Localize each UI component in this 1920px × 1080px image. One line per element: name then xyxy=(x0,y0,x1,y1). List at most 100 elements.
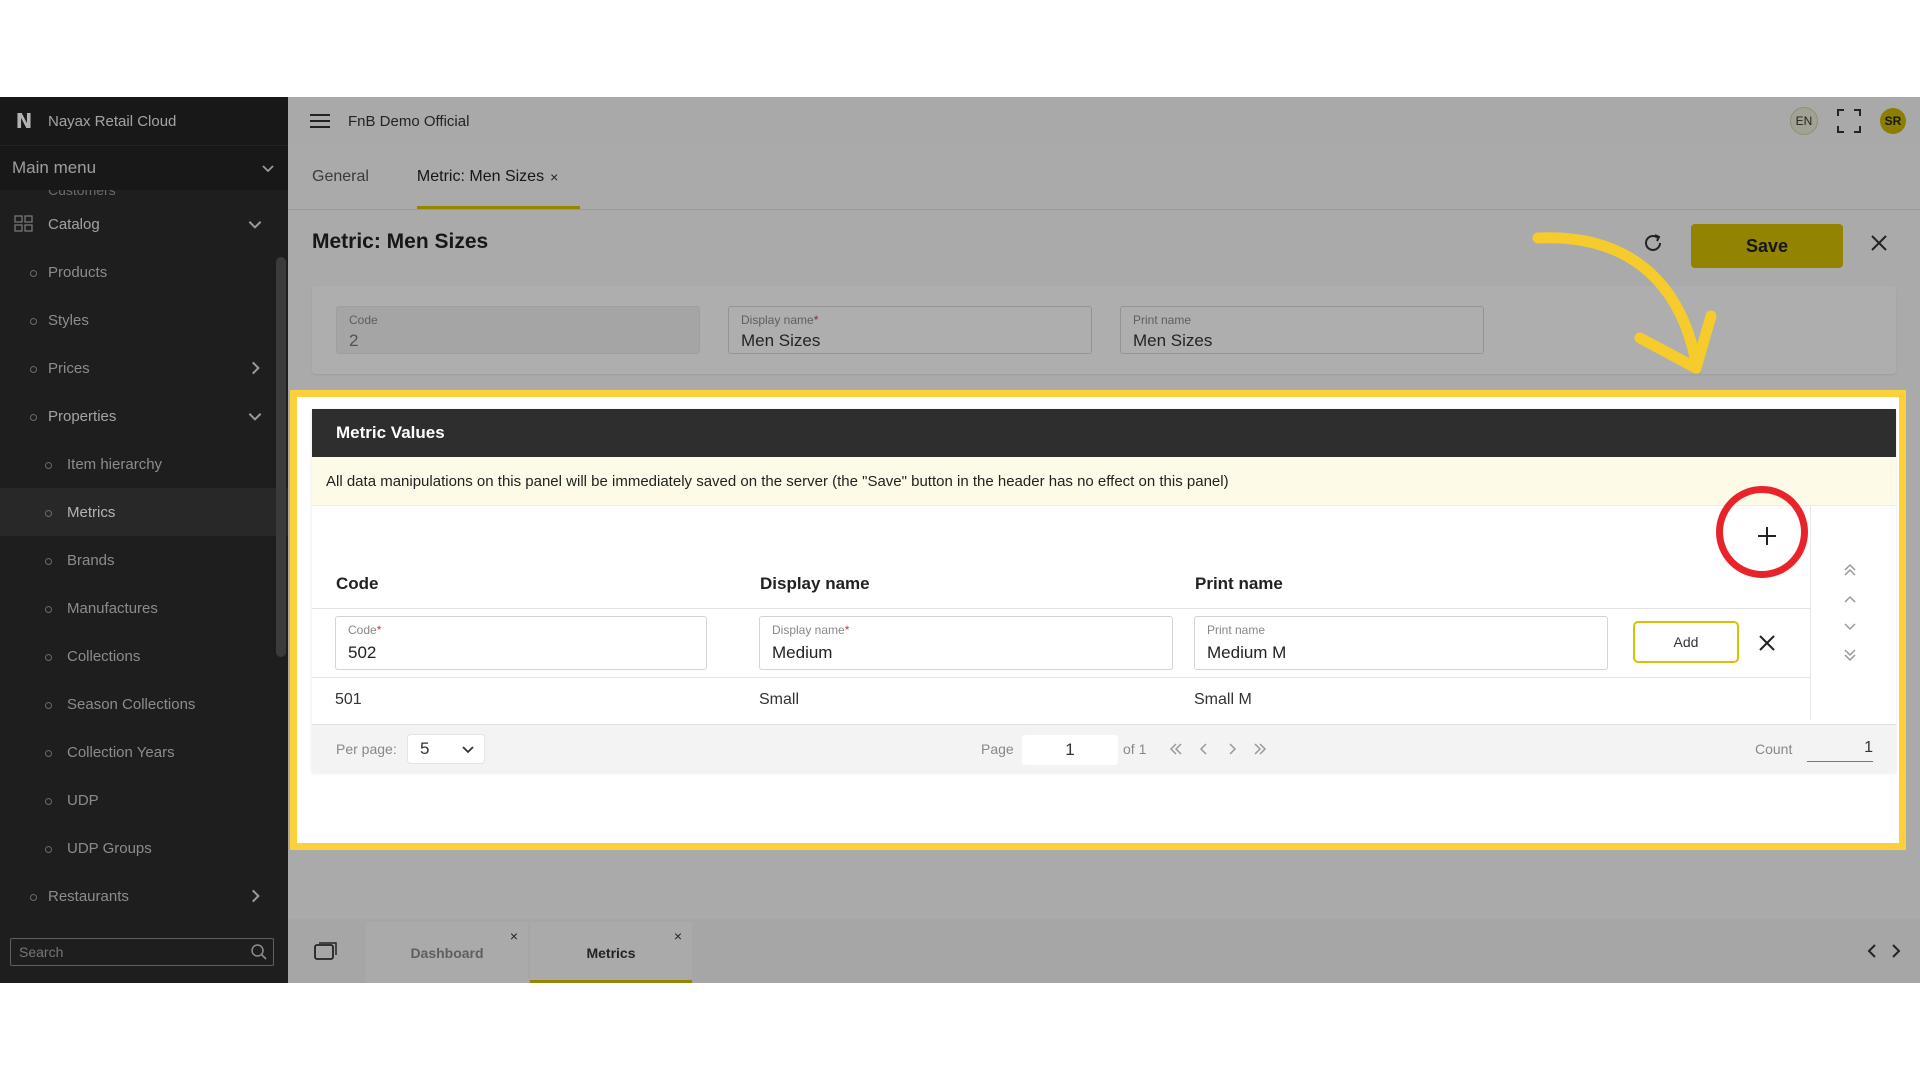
close-tab-icon[interactable]: × xyxy=(674,928,682,944)
sidebar-item-restaurants[interactable]: Restaurants xyxy=(0,872,288,920)
sidebar-item-udp[interactable]: UDP xyxy=(0,776,288,824)
brand-name: Nayax Retail Cloud xyxy=(48,112,177,130)
sidebar-item-catalog[interactable]: Catalog xyxy=(0,200,288,248)
chevron-left-icon[interactable] xyxy=(1864,943,1880,959)
form-header: Metric: Men Sizes Save xyxy=(288,210,1920,278)
chevron-down-icon xyxy=(262,165,274,173)
header-divider xyxy=(312,608,1810,609)
move-first-icon[interactable] xyxy=(1842,562,1858,578)
add-row-button[interactable]: Add xyxy=(1633,621,1739,663)
chevron-right-icon[interactable] xyxy=(1888,943,1904,959)
sidebar-item-metrics[interactable]: Metrics xyxy=(0,488,288,536)
page-total-label: of 1 xyxy=(1123,741,1147,757)
sidebar-item-collection-years[interactable]: Collection Years xyxy=(0,728,288,776)
sidebar-search xyxy=(10,938,274,966)
sidebar-item-collections[interactable]: Collections xyxy=(0,632,288,680)
first-page-icon[interactable] xyxy=(1168,740,1184,758)
code-field[interactable]: Code 2 xyxy=(336,306,700,354)
column-header-code[interactable]: Code xyxy=(336,574,379,594)
page-number-input[interactable] xyxy=(1022,735,1118,765)
brand: N Nayax Retail Cloud xyxy=(0,97,288,145)
chevron-down-icon xyxy=(248,221,262,229)
count-label: Count xyxy=(1755,741,1793,757)
chevron-down-icon xyxy=(248,413,262,421)
sidebar-item-brands[interactable]: Brands xyxy=(0,536,288,584)
close-icon[interactable] xyxy=(1868,232,1890,254)
close-tab-icon[interactable]: × xyxy=(510,928,518,944)
language-selector[interactable]: EN xyxy=(1790,107,1818,135)
main-menu-label: Main menu xyxy=(12,158,97,177)
metric-values-panel: Metric Values All data manipulations on … xyxy=(312,409,1896,773)
row-display-name: Small xyxy=(759,691,800,708)
page-label: Page xyxy=(981,741,1014,757)
panel-notice: All data manipulations on this panel wil… xyxy=(312,457,1896,506)
page-title: Metric: Men Sizes xyxy=(312,230,489,253)
new-print-name-label: Print name xyxy=(1207,623,1266,637)
column-header-display-name[interactable]: Display name xyxy=(760,574,870,594)
row-code: 501 xyxy=(335,691,362,708)
bottom-tab-metrics[interactable]: Metrics × xyxy=(530,922,692,983)
per-page-select[interactable]: 5 xyxy=(408,735,484,763)
sidebar-item-label: Catalog xyxy=(48,215,100,233)
windows-icon[interactable] xyxy=(314,941,338,961)
sidebar-item-season-collections[interactable]: Season Collections xyxy=(0,680,288,728)
print-name-label: Print name xyxy=(1133,313,1192,327)
sidebar-item-prices[interactable]: Prices xyxy=(0,344,288,392)
top-right-controls: EN SR xyxy=(1790,107,1906,135)
close-tab-icon[interactable]: × xyxy=(550,169,558,185)
refresh-icon[interactable] xyxy=(1641,231,1665,255)
sidebar-item-udp-groups[interactable]: UDP Groups xyxy=(0,824,288,872)
tab-metric-men-sizes[interactable]: Metric: Men Sizes × xyxy=(393,145,582,209)
tab-general[interactable]: General xyxy=(288,145,393,209)
new-print-name-value: Medium M xyxy=(1207,643,1287,662)
organization-name: FnB Demo Official xyxy=(348,112,470,130)
per-page-value: 5 xyxy=(420,739,430,758)
display-name-label: Display name xyxy=(741,313,814,327)
sidebar-item-customers[interactable]: Customers xyxy=(0,190,288,200)
new-display-name-value: Medium xyxy=(772,643,833,662)
code-field-label: Code xyxy=(349,313,378,327)
new-code-input[interactable]: Code* 502 xyxy=(335,616,707,670)
panel-title: Metric Values xyxy=(312,409,1896,457)
chevron-right-icon xyxy=(252,889,260,903)
add-value-button[interactable] xyxy=(1750,519,1784,553)
search-icon[interactable] xyxy=(250,943,268,961)
new-display-name-input[interactable]: Display name* Medium xyxy=(759,616,1173,670)
sidebar-item-manufactures[interactable]: Manufactures xyxy=(0,584,288,632)
sidebar-item-products[interactable]: Products xyxy=(0,248,288,296)
display-name-value: Men Sizes xyxy=(741,331,821,350)
nayax-logo-icon: N xyxy=(15,109,33,133)
move-down-icon[interactable] xyxy=(1842,619,1858,635)
fullscreen-icon[interactable] xyxy=(1836,108,1862,134)
chevron-down-icon xyxy=(462,746,474,754)
close-icon[interactable] xyxy=(1757,633,1777,653)
next-page-icon[interactable] xyxy=(1224,740,1240,758)
new-print-name-input[interactable]: Print name Medium M xyxy=(1194,616,1608,670)
bottom-tab-dashboard[interactable]: Dashboard × xyxy=(366,922,528,983)
new-display-name-label: Display name xyxy=(772,623,845,637)
print-name-field[interactable]: Print name Men Sizes xyxy=(1120,306,1484,354)
column-header-print-name[interactable]: Print name xyxy=(1195,574,1283,594)
user-avatar[interactable]: SR xyxy=(1880,108,1906,134)
sidebar-scrollbar[interactable] xyxy=(276,257,286,657)
main-menu-toggle[interactable]: Main menu xyxy=(0,145,288,190)
metric-fields-card: Code 2 Display name* Men Sizes Print nam… xyxy=(312,286,1896,374)
chevron-right-icon xyxy=(252,361,260,375)
sidebar: N Nayax Retail Cloud Main menu Customers… xyxy=(0,97,288,983)
display-name-field[interactable]: Display name* Men Sizes xyxy=(728,306,1092,354)
move-last-icon[interactable] xyxy=(1842,647,1858,663)
bottom-bar: Dashboard × Metrics × xyxy=(288,919,1920,983)
sidebar-item-item-hierarchy[interactable]: Item hierarchy xyxy=(0,440,288,488)
sidebar-item-properties[interactable]: Properties xyxy=(0,392,288,440)
last-page-icon[interactable] xyxy=(1252,740,1268,758)
previous-page-icon[interactable] xyxy=(1196,740,1212,758)
hamburger-menu-icon[interactable] xyxy=(310,113,330,129)
code-field-value: 2 xyxy=(349,331,359,350)
sidebar-item-styles[interactable]: Styles xyxy=(0,296,288,344)
move-up-icon[interactable] xyxy=(1842,591,1858,607)
plus-icon xyxy=(1758,527,1776,545)
save-button[interactable]: Save xyxy=(1691,224,1843,268)
sidebar-search-input[interactable] xyxy=(11,939,247,965)
top-bar: FnB Demo Official EN SR xyxy=(288,97,1920,145)
required-mark: * xyxy=(376,623,382,637)
